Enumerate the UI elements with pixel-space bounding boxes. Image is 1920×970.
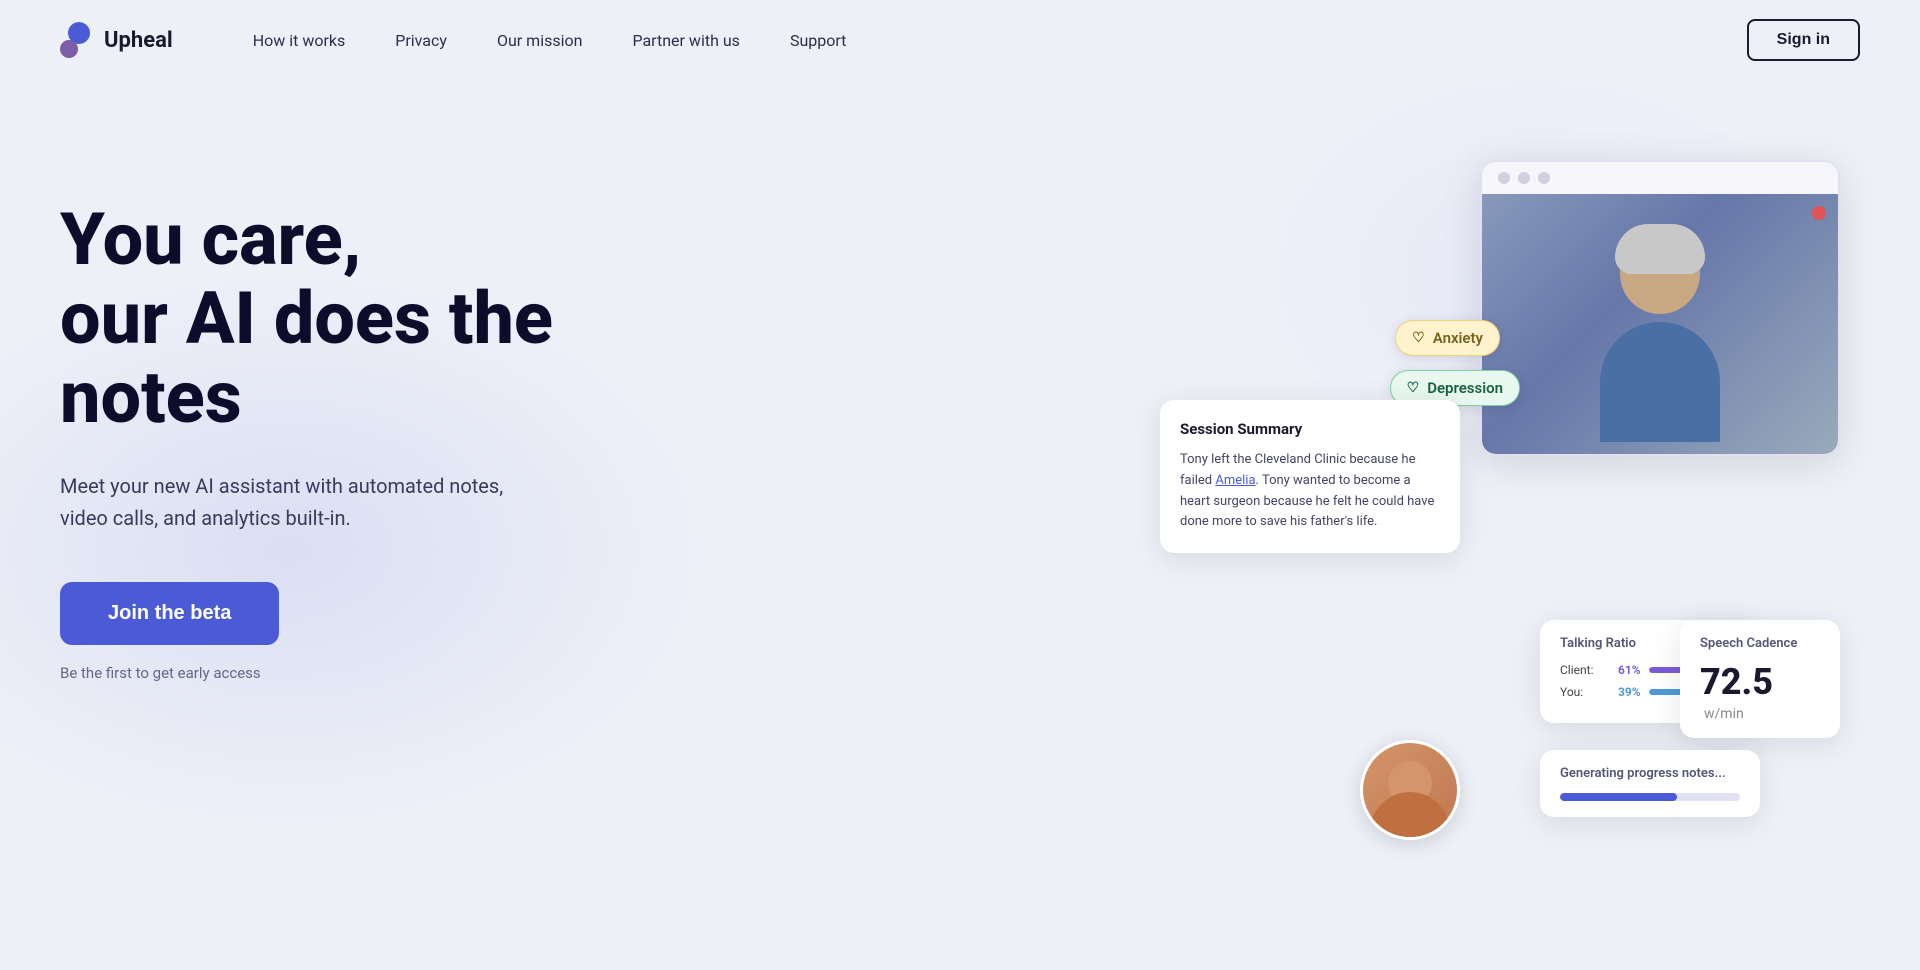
session-summary-title: Session Summary (1180, 420, 1440, 438)
early-access-label: Be the first to get early access (60, 664, 261, 682)
join-beta-button[interactable]: Join the beta (60, 582, 279, 645)
nav-link-support[interactable]: Support (790, 31, 846, 50)
person-body (1600, 322, 1720, 442)
progress-notes-title: Generating progress notes... (1560, 766, 1740, 781)
nav-link-our-mission[interactable]: Our mission (497, 31, 583, 50)
depression-icon: ♡ (1407, 380, 1420, 396)
traffic-light-2 (1518, 172, 1530, 184)
person-thumbnail (1360, 740, 1460, 840)
thumbnail-body (1370, 792, 1450, 840)
person-head (1620, 234, 1700, 314)
logo[interactable]: Upheal (60, 22, 173, 58)
progress-bar-bg (1560, 793, 1740, 801)
cadence-value: 72.5 (1700, 661, 1773, 703)
cadence-title: Speech Cadence (1700, 636, 1820, 651)
record-indicator (1812, 206, 1826, 220)
progress-bar-fill (1560, 793, 1677, 801)
traffic-light-1 (1498, 172, 1510, 184)
hero-section: You care, our AI does the notes Meet you… (0, 80, 1920, 900)
video-titlebar (1482, 162, 1838, 194)
video-window (1480, 160, 1840, 456)
you-label: You: (1560, 685, 1610, 699)
hero-subtitle: Meet your new AI assistant with automate… (60, 470, 520, 534)
hero-left: You care, our AI does the notes Meet you… (60, 140, 640, 682)
video-person (1570, 234, 1750, 454)
nav-link-privacy[interactable]: Privacy (395, 31, 447, 50)
sign-in-button[interactable]: Sign in (1747, 19, 1860, 61)
cadence-unit: w/min (1704, 706, 1744, 722)
anxiety-tag: ♡ Anxiety (1395, 320, 1500, 356)
client-pct: 61% (1618, 663, 1641, 677)
anxiety-icon: ♡ (1412, 330, 1425, 346)
nav-link-how-it-works[interactable]: How it works (253, 31, 346, 50)
session-summary-card: Session Summary Tony left the Cleveland … (1160, 400, 1460, 553)
you-bar-fill (1649, 689, 1685, 695)
you-pct: 39% (1618, 685, 1641, 699)
nav-actions: Sign in (1747, 19, 1860, 61)
logo-text: Upheal (104, 28, 173, 53)
navbar: Upheal How it works Privacy Our mission … (0, 0, 1920, 80)
traffic-light-3 (1538, 172, 1550, 184)
speech-cadence-card: Speech Cadence 72.5 w/min (1680, 620, 1840, 738)
nav-link-partner-with-us[interactable]: Partner with us (632, 31, 739, 50)
highlight-name: Amelia (1215, 473, 1255, 488)
hero-ui-mockup: ♡ Anxiety ♡ Depression Session Summary T… (920, 100, 1920, 970)
nav-links: How it works Privacy Our mission Partner… (253, 31, 1747, 50)
video-frame (1482, 194, 1838, 454)
hero-title: You care, our AI does the notes (60, 200, 640, 438)
progress-notes-card: Generating progress notes... (1540, 750, 1760, 817)
client-label: Client: (1560, 663, 1610, 677)
person-hair (1615, 224, 1705, 274)
logo-icon (60, 22, 96, 58)
session-summary-text: Tony left the Cleveland Clinic because h… (1180, 450, 1440, 533)
